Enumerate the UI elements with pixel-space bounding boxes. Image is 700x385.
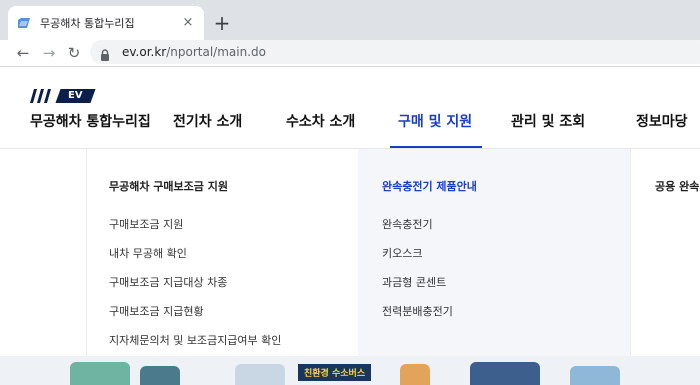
gnb-item-info[interactable]: 정보마당: [636, 111, 688, 131]
banner-illustration: [470, 362, 540, 385]
banner-illustration: [235, 364, 285, 385]
menu-link-slow-charger[interactable]: 완속충전기: [382, 216, 433, 232]
menu-link-subsidy-support[interactable]: 구매보조금 지원: [109, 216, 183, 232]
banner-illustration: [570, 366, 620, 385]
logo-mark: EV: [30, 89, 151, 103]
menu-link-power-distribution-charger[interactable]: 전력분배충전기: [382, 303, 453, 319]
mega-col3-title[interactable]: 공용 완속: [655, 178, 699, 194]
menu-link-local-contacts[interactable]: 지자체문의처 및 보조금지급여부 확인: [109, 332, 281, 348]
banner-illustration: [70, 362, 130, 385]
logo-stripes-icon: [30, 89, 51, 103]
gnb-item-ev-intro[interactable]: 전기차 소개: [173, 111, 242, 131]
menu-link-kiosk[interactable]: 키오스크: [382, 245, 422, 261]
menu-link-zero-emission-check[interactable]: 내차 무공해 확인: [109, 245, 187, 261]
new-tab-button[interactable]: +: [210, 12, 234, 36]
main-banner-strip: 친환경 수소버스: [0, 356, 700, 385]
browser-tab[interactable]: 무공해차 통합누리집 ×: [8, 6, 204, 40]
mega-col1-title[interactable]: 무공해차 구매보조금 지원: [109, 178, 228, 194]
logo-badge-text: EV: [68, 90, 83, 101]
browser-toolbar: ← → ↻ ev.or.kr/nportal/main.do: [0, 40, 700, 66]
logo-text: 무공해차 통합누리집: [30, 114, 151, 130]
site-favicon-icon: [16, 15, 32, 31]
gnb-item-management[interactable]: 관리 및 조회: [511, 111, 585, 131]
back-arrow-icon[interactable]: ←: [12, 42, 34, 64]
mega-menu-col3-border: [630, 149, 631, 356]
url-text: ev.or.kr/nportal/main.do: [122, 45, 266, 59]
browser-tabstrip: 무공해차 통합누리집 × +: [0, 0, 700, 40]
reload-icon[interactable]: ↻: [63, 42, 85, 64]
tab-title: 무공해차 통합누리집: [40, 17, 135, 30]
forward-arrow-icon[interactable]: →: [38, 42, 60, 64]
banner-sign: 친환경 수소버스: [298, 364, 372, 381]
logo-badge: EV: [55, 89, 96, 103]
mega-menu-col1-border: [86, 149, 87, 356]
url-domain: ev.or.kr: [122, 45, 167, 59]
banner-illustration: [140, 366, 180, 385]
tab-close-icon[interactable]: ×: [180, 15, 196, 31]
site-logo[interactable]: EV 무공해차 통합누리집: [30, 89, 151, 131]
menu-link-billing-outlet[interactable]: 과금형 콘센트: [382, 274, 446, 290]
banner-illustration: [400, 364, 430, 385]
menu-link-payment-status[interactable]: 구매보조금 지급현황: [109, 303, 204, 319]
gnb-item-hydrogen-intro[interactable]: 수소차 소개: [286, 111, 355, 131]
web-page: EV 무공해차 통합누리집 전기차 소개 수소차 소개 구매 및 지원 관리 및…: [0, 67, 700, 385]
gnb-item-purchase-support[interactable]: 구매 및 지원: [398, 111, 472, 131]
lock-icon[interactable]: [100, 46, 112, 61]
menu-link-eligible-models[interactable]: 구매보조금 지급대상 차종: [109, 274, 227, 290]
url-path: /nportal/main.do: [166, 45, 266, 59]
address-bar[interactable]: ev.or.kr/nportal/main.do: [90, 40, 700, 64]
mega-col2-title[interactable]: 완속충전기 제품안내: [382, 178, 477, 194]
